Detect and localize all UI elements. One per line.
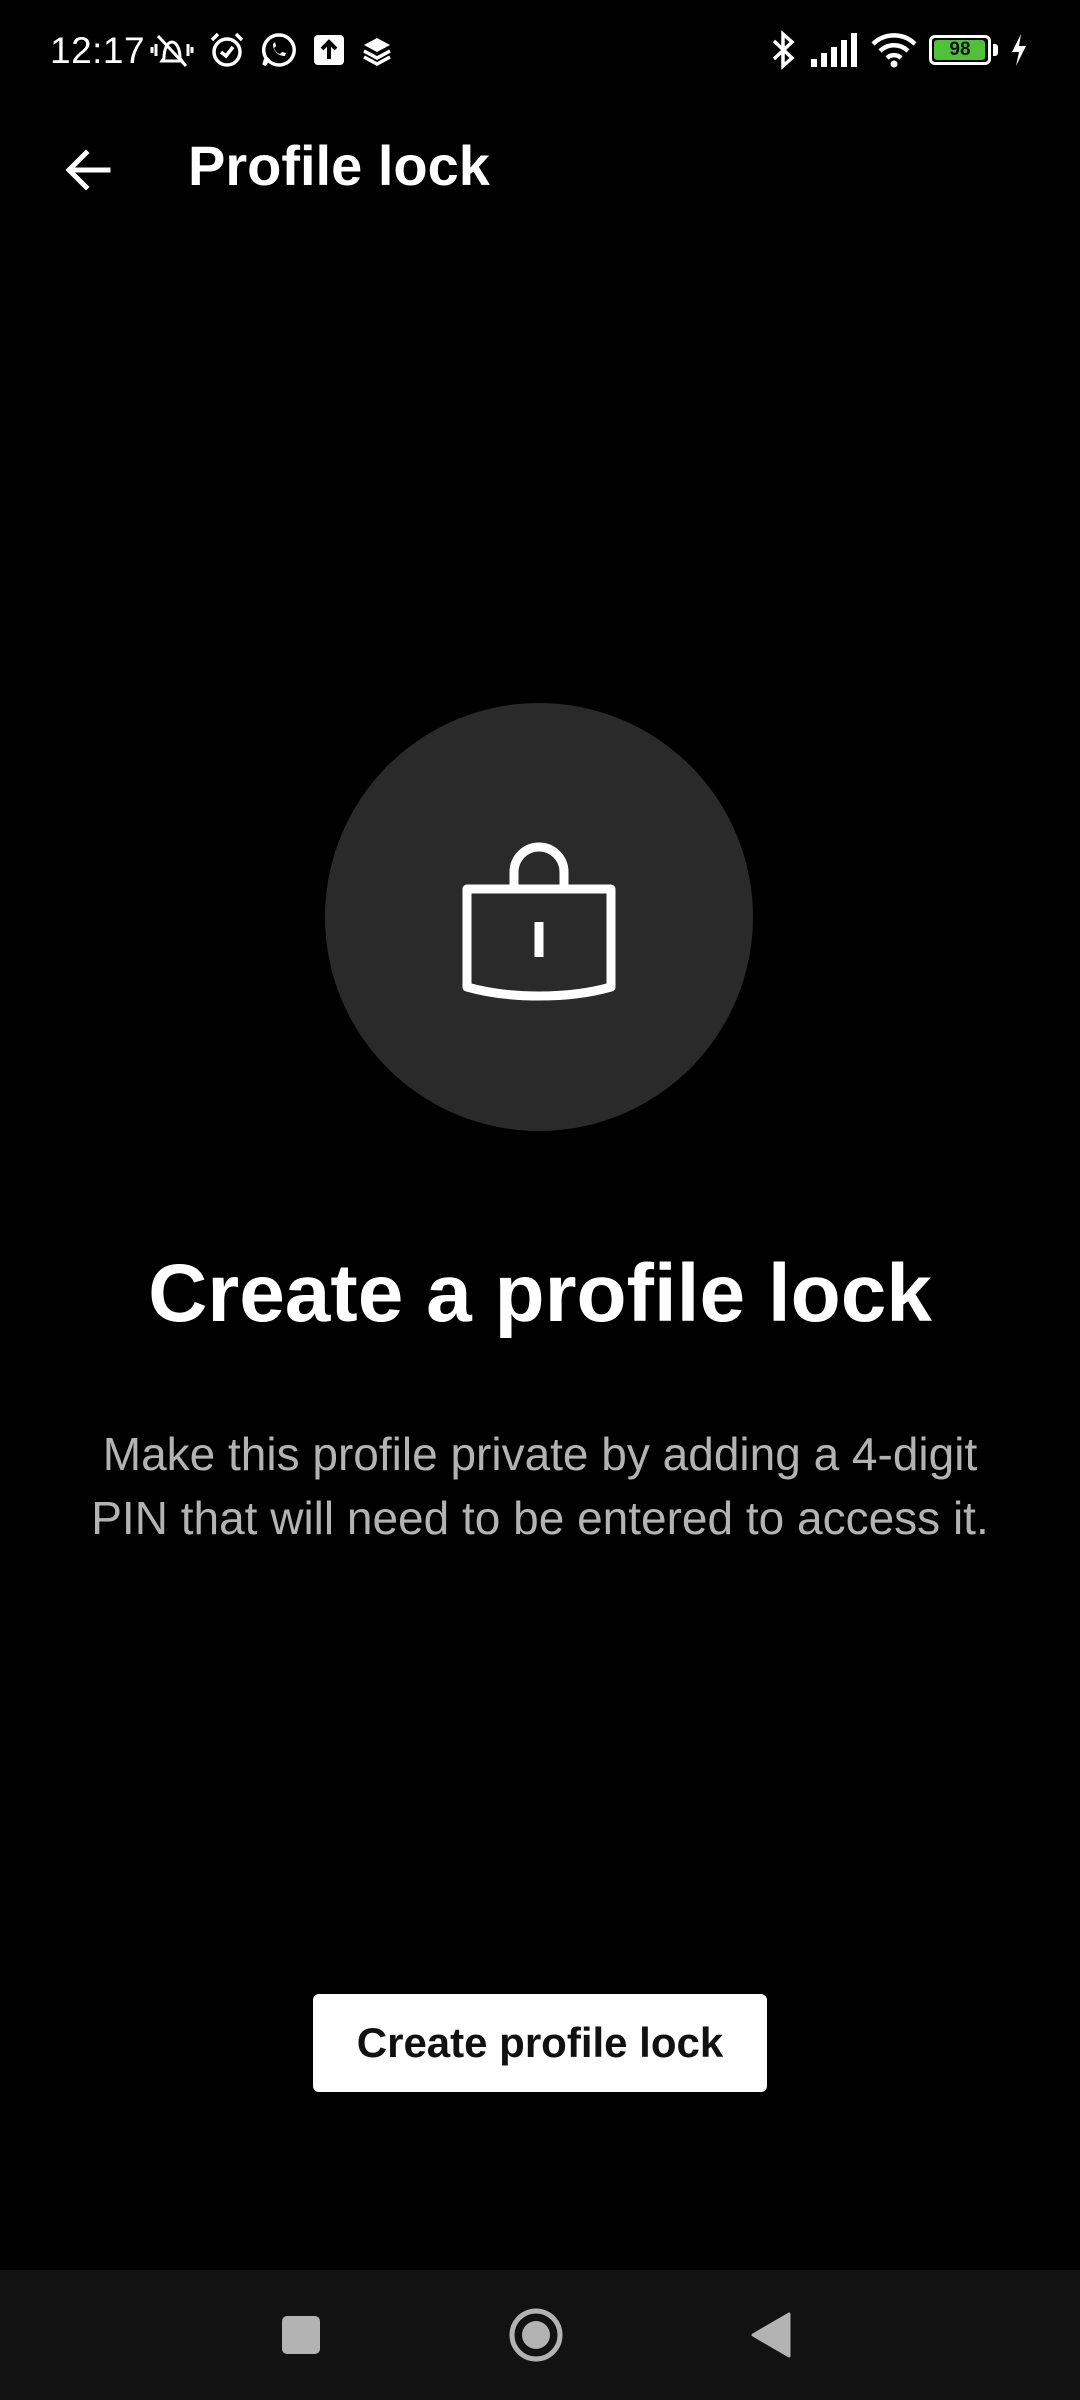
nav-back-button[interactable]: [701, 2270, 841, 2400]
status-bar: 12:17 98: [0, 0, 1080, 108]
app-bar: Profile lock: [0, 110, 1080, 220]
battery-icon: 98: [929, 35, 998, 65]
battery-outline: 98: [929, 35, 991, 65]
status-right-icons: 98: [771, 30, 1028, 70]
wifi-icon: [871, 32, 917, 68]
charging-icon: [1010, 32, 1028, 68]
recents-icon: [282, 2316, 320, 2354]
vibrate-mute-icon: [150, 30, 194, 70]
lock-icon: [462, 842, 616, 1001]
back-button[interactable]: [50, 132, 126, 208]
back-triangle-icon: [751, 2312, 791, 2358]
layers-icon: [360, 33, 394, 67]
home-button[interactable]: [466, 2270, 606, 2400]
alarm-icon: [208, 31, 246, 69]
battery-tip: [993, 44, 998, 56]
nav-bar: [0, 2270, 1080, 2400]
whatsapp-icon: [260, 31, 298, 69]
status-left-icons: [150, 30, 394, 70]
home-icon: [509, 2308, 563, 2362]
recents-button[interactable]: [231, 2270, 371, 2400]
signal-icon: [809, 32, 859, 68]
page-title: Profile lock: [188, 134, 490, 197]
bluetooth-icon: [771, 30, 797, 70]
headline: Create a profile lock: [148, 1248, 932, 1339]
arrow-left-icon: [65, 149, 111, 191]
battery-level: 98: [949, 39, 971, 60]
status-time: 12:17: [50, 30, 146, 71]
lock-illustration: [325, 703, 753, 1131]
description: Make this profile private by adding a 4-…: [91, 1428, 989, 1544]
create-profile-lock-button[interactable]: Create profile lock: [313, 1994, 767, 2092]
upload-icon: [312, 33, 346, 67]
